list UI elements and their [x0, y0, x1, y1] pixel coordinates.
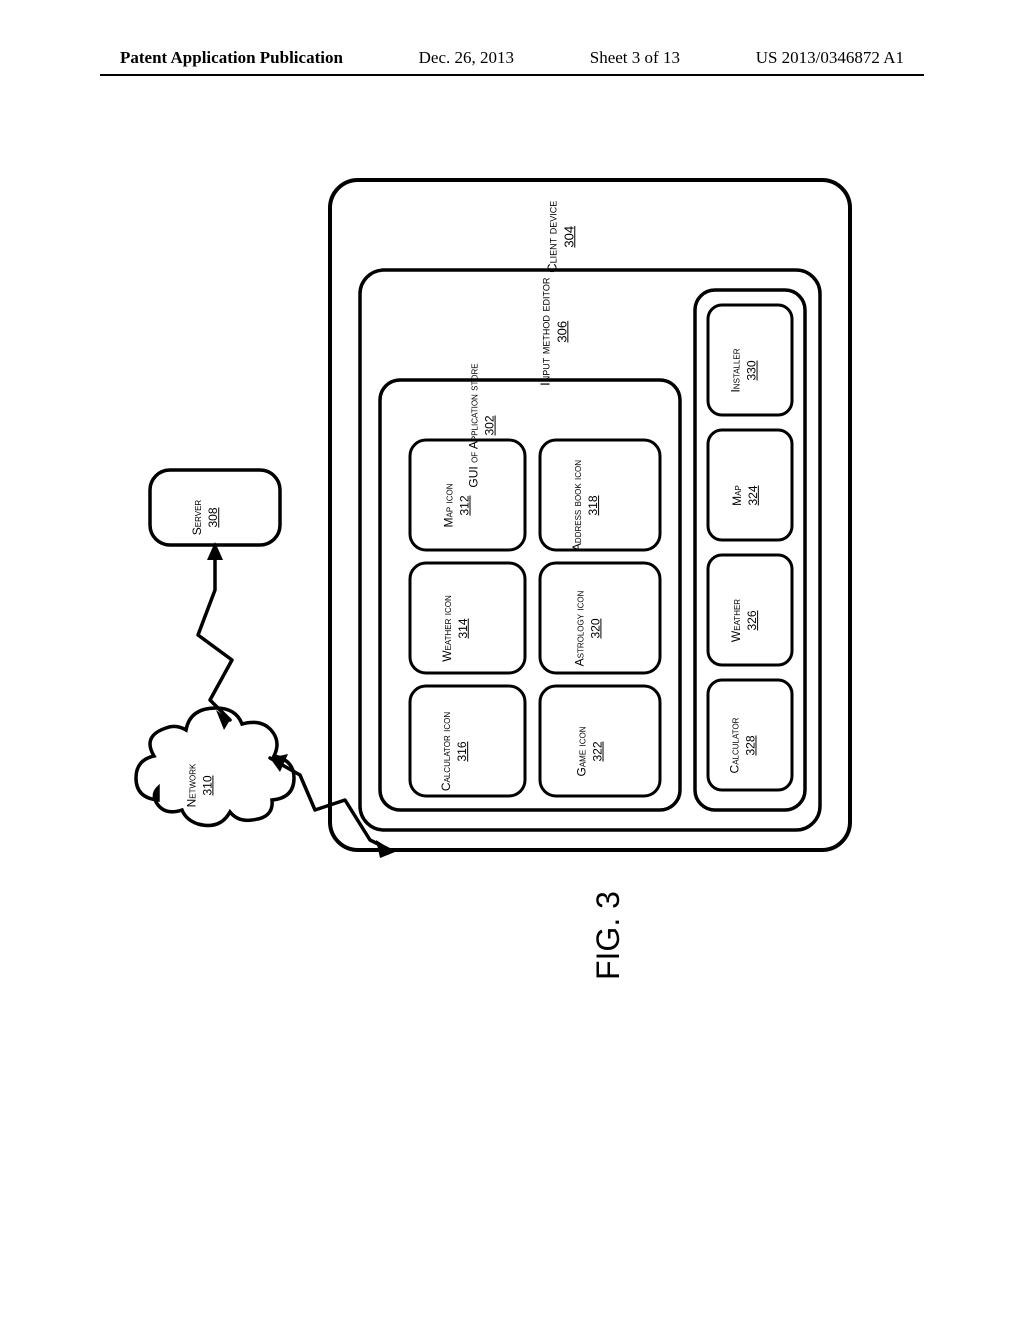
- publication-date: Dec. 26, 2013: [419, 48, 514, 68]
- ime-label: Input method editor 306: [537, 278, 571, 386]
- calculator-icon-label: Calculator icon 316: [439, 712, 470, 791]
- game-icon-label: Game icon 322: [575, 726, 606, 776]
- publication-label: Patent Application Publication: [120, 48, 343, 68]
- installer-label: Installer 330: [729, 348, 760, 392]
- header-rule: [100, 74, 924, 76]
- astrology-icon-label: Astrology icon 320: [572, 591, 603, 667]
- diagram-svg: [120, 150, 904, 1200]
- server-network-link: [198, 548, 232, 720]
- address-book-icon-label: Address book icon 318: [570, 460, 601, 551]
- gui-store-label: GUI of Application store 302: [467, 363, 498, 487]
- map-icon-label: Map icon 312: [442, 483, 473, 527]
- map-app-label: Map 324: [730, 485, 761, 506]
- sheet-number: Sheet 3 of 13: [590, 48, 680, 68]
- calculator-app-label: Calculator 328: [727, 718, 758, 774]
- page: Patent Application Publication Dec. 26, …: [0, 0, 1024, 1320]
- network-label: Network 310: [184, 764, 215, 808]
- figure-3: Client device 304 Input method editor 30…: [120, 150, 904, 1200]
- publication-number: US 2013/0346872 A1: [756, 48, 904, 68]
- figure-label: FIG. 3: [590, 891, 627, 980]
- page-header: Patent Application Publication Dec. 26, …: [0, 48, 1024, 68]
- server-label: Server 308: [190, 500, 221, 535]
- gui-store-box: [380, 380, 680, 810]
- weather-icon-label: Weather icon 314: [440, 595, 471, 662]
- client-device-label: Client device 304: [544, 201, 578, 273]
- weather-app-label: Weather 326: [729, 599, 760, 642]
